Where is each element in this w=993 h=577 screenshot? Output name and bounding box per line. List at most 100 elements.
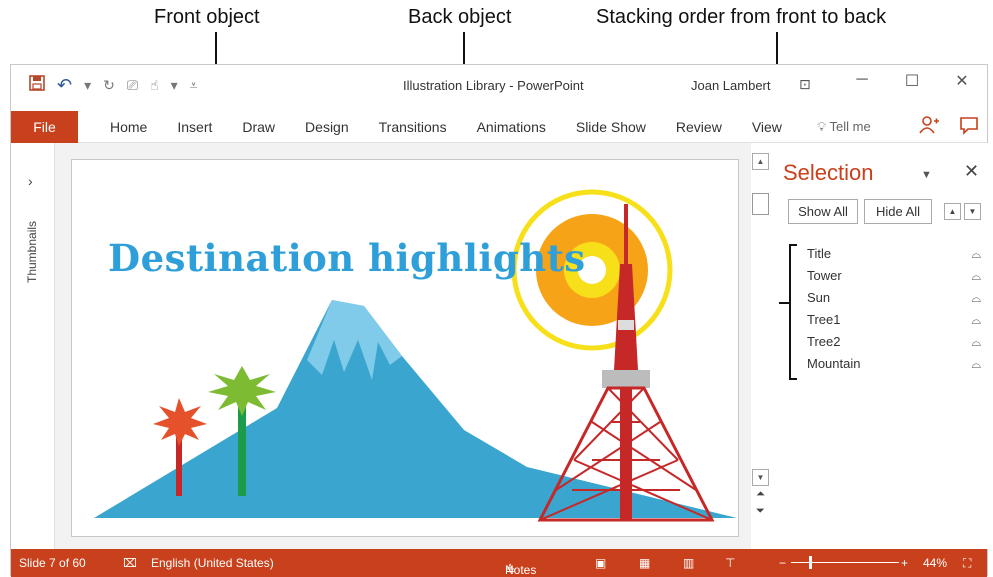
- quick-access-toolbar: ↶ ▾ ↻ ⎚ ☝ ▾ ⩡: [29, 75, 198, 96]
- tell-me-search[interactable]: 💡︎ Tell me: [817, 119, 871, 135]
- next-slide-icon[interactable]: ⏷: [756, 505, 765, 518]
- slide-show-icon[interactable]: ⊤: [725, 556, 735, 570]
- item-label: Mountain: [807, 356, 861, 371]
- show-all-button[interactable]: Show All: [788, 199, 858, 224]
- lightbulb-icon: 💡︎: [817, 119, 827, 134]
- selection-list: Title ⌓ Tower ⌓ Sun ⌓ Tree1 ⌓ Tree2 ⌓ Mountai…: [807, 243, 987, 375]
- tower-platform: [602, 370, 650, 388]
- send-backward-button[interactable]: ▼: [964, 203, 981, 220]
- tab-file[interactable]: File: [11, 111, 78, 143]
- fit-to-window-icon[interactable]: ⛶: [963, 556, 971, 571]
- eye-icon[interactable]: ⌓: [972, 309, 982, 331]
- tab-design[interactable]: Design: [290, 111, 364, 143]
- slide-illustration: [94, 189, 737, 522]
- scroll-thumb[interactable]: [752, 193, 769, 215]
- undo-dropdown-icon[interactable]: ▾: [84, 77, 91, 94]
- notes-label: Notes: [505, 563, 537, 577]
- title-bar: ↶ ▾ ↻ ⎚ ☝ ▾ ⩡ Illustration Library - Pow…: [11, 65, 987, 107]
- touch-dropdown-icon[interactable]: ▾: [171, 77, 178, 94]
- item-label: Sun: [807, 290, 831, 305]
- zoom-out-button[interactable]: −: [779, 556, 786, 570]
- bring-forward-button[interactable]: ▲: [944, 203, 961, 220]
- close-button[interactable]: ✕: [937, 71, 987, 91]
- hide-all-button[interactable]: Hide All: [864, 199, 932, 224]
- status-bar: Slide 7 of 60 ⌧ English (United States) …: [11, 549, 987, 577]
- stacking-bracket: [789, 244, 797, 380]
- close-icon[interactable]: ✕: [964, 161, 979, 182]
- scroll-down-button[interactable]: ▼: [752, 469, 769, 486]
- chevron-right-icon[interactable]: ›: [28, 173, 33, 189]
- callout-back-object: Back object: [408, 6, 512, 28]
- list-item[interactable]: Sun ⌓: [807, 287, 987, 309]
- stacking-bracket-connector: [779, 302, 791, 304]
- item-label: Title: [807, 246, 832, 261]
- tree1-leaves: [153, 398, 207, 446]
- tab-draw[interactable]: Draw: [227, 111, 290, 143]
- eye-icon[interactable]: ⌓: [972, 287, 982, 309]
- ribbon-tabs: File Home Insert Draw Design Transitions…: [11, 107, 987, 143]
- previous-slide-icon[interactable]: ⏶: [756, 488, 765, 501]
- powerpoint-window: ↶ ▾ ↻ ⎚ ☝ ▾ ⩡ Illustration Library - Pow…: [10, 64, 989, 577]
- tower-core: [620, 388, 632, 520]
- tab-list: Home Insert Draw Design Transitions Anim…: [95, 111, 797, 143]
- selection-pane: Selection ▼ ✕ Show All Hide All ▲ ▼ Titl…: [771, 143, 989, 549]
- slide-sorter-icon[interactable]: ▦: [639, 556, 650, 570]
- person-add-icon[interactable]: [919, 115, 939, 140]
- zoom-slider-thumb[interactable]: [809, 556, 812, 569]
- zoom-slider[interactable]: [791, 562, 899, 563]
- window-controls: ─ ☐ ✕: [837, 71, 987, 91]
- normal-view-icon[interactable]: ▣: [595, 556, 606, 570]
- redo-icon[interactable]: ↻: [103, 77, 115, 94]
- item-label: Tower: [807, 268, 842, 283]
- window-title: Illustration Library - PowerPoint: [403, 78, 584, 93]
- list-item[interactable]: Title ⌓: [807, 243, 987, 265]
- callout-stacking-order: Stacking order from front to back: [596, 6, 887, 28]
- comment-icon[interactable]: [959, 115, 979, 140]
- tree2-leaves: [208, 366, 276, 416]
- list-item[interactable]: Tower ⌓: [807, 265, 987, 287]
- ribbon-display-options-icon[interactable]: ⊡: [799, 76, 811, 93]
- list-item[interactable]: Tree2 ⌓: [807, 331, 987, 353]
- tab-insert[interactable]: Insert: [162, 111, 227, 143]
- reading-view-icon[interactable]: ▥: [683, 556, 694, 570]
- tower-antenna: [624, 204, 628, 264]
- maximize-button[interactable]: ☐: [887, 71, 937, 91]
- slide-counter[interactable]: Slide 7 of 60: [19, 556, 86, 570]
- thumbnails-label[interactable]: Thumbnails: [25, 221, 39, 283]
- tab-transitions[interactable]: Transitions: [364, 111, 462, 143]
- presentation-icon[interactable]: ⎚: [127, 77, 138, 94]
- eye-icon[interactable]: ⌓: [972, 243, 982, 265]
- eye-icon[interactable]: ⌓: [972, 353, 982, 375]
- tab-home[interactable]: Home: [95, 111, 162, 143]
- item-label: Tree2: [807, 334, 841, 349]
- list-item[interactable]: Tree1 ⌓: [807, 309, 987, 331]
- zoom-level[interactable]: 44%: [923, 556, 947, 570]
- eye-icon[interactable]: ⌓: [972, 331, 982, 353]
- callout-front-object: Front object: [154, 6, 260, 28]
- language-indicator[interactable]: English (United States): [151, 556, 274, 570]
- tab-review[interactable]: Review: [661, 111, 737, 143]
- item-label: Tree1: [807, 312, 841, 327]
- undo-icon[interactable]: ↶: [57, 75, 72, 96]
- tab-animations[interactable]: Animations: [462, 111, 561, 143]
- scroll-up-button[interactable]: ▲: [752, 153, 769, 170]
- spelling-check-icon[interactable]: ⌧: [123, 556, 137, 570]
- slide: Destination highlights: [71, 159, 739, 537]
- thumbnails-pane: › Thumbnails: [11, 143, 55, 549]
- selection-pane-title: Selection: [783, 160, 874, 185]
- minimize-button[interactable]: ─: [837, 71, 887, 91]
- zoom-in-button[interactable]: +: [901, 556, 908, 570]
- tab-slide-show[interactable]: Slide Show: [561, 111, 661, 143]
- tell-me-label: Tell me: [829, 119, 871, 134]
- tower-band-1: [618, 320, 634, 330]
- vertical-scrollbar[interactable]: ▲ ▼ ⏶ ⏷: [751, 143, 771, 549]
- customize-qat-icon[interactable]: ⩡: [190, 77, 198, 94]
- slide-title[interactable]: Destination highlights: [108, 236, 586, 280]
- touch-mode-icon[interactable]: ☝: [150, 77, 159, 94]
- eye-icon[interactable]: ⌓: [972, 265, 982, 287]
- pane-options-icon[interactable]: ▼: [921, 169, 932, 181]
- save-icon[interactable]: [29, 75, 45, 96]
- list-item[interactable]: Mountain ⌓: [807, 353, 987, 375]
- user-name[interactable]: Joan Lambert: [691, 78, 771, 93]
- tab-view[interactable]: View: [737, 111, 797, 143]
